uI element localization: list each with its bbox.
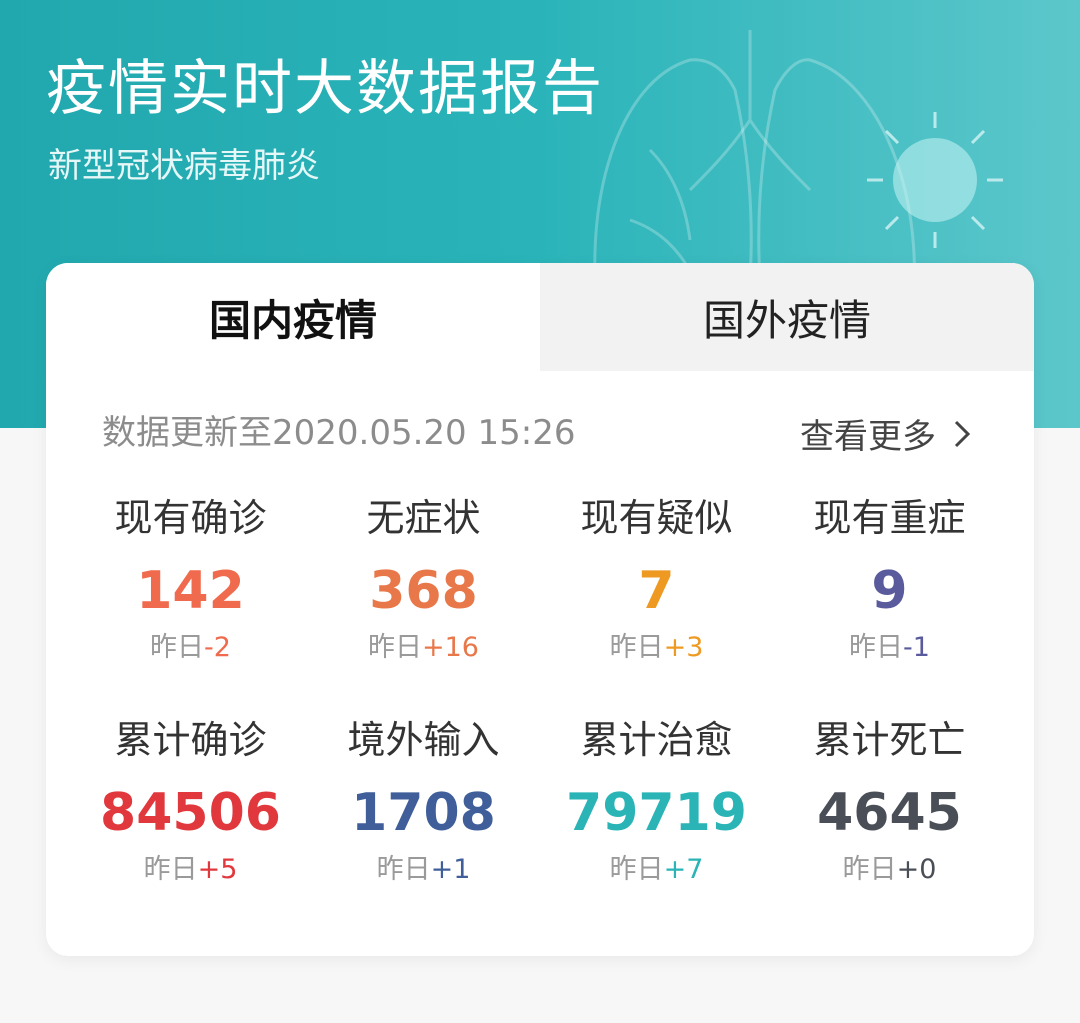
tab-foreign[interactable]: 国外疫情 [540, 263, 1034, 371]
stat-delta-prefix: 昨日 [150, 632, 205, 663]
stat-delta: 昨日+5 [74, 851, 307, 889]
stat-label: 境外输入 [347, 718, 500, 762]
stat-delta: 昨日+7 [540, 851, 773, 889]
stat-value: 1708 [351, 783, 496, 843]
stat-label: 累计治愈 [580, 718, 733, 762]
stats-row: 累计确诊 84506 昨日+5 境外输入 1708 昨日+1 累计治愈 7971… [46, 715, 1034, 937]
tab-domestic[interactable]: 国内疫情 [46, 263, 540, 371]
stat-delta-prefix: 昨日 [849, 632, 904, 663]
stat-delta-value: +0 [896, 854, 937, 885]
view-more-label: 查看更多 [800, 417, 936, 457]
stat-delta: 昨日+1 [307, 851, 540, 889]
stat-delta-value: +5 [197, 854, 238, 885]
stat-value: 142 [136, 561, 245, 621]
stat-label: 无症状 [366, 496, 481, 540]
stat-delta-value: +16 [422, 632, 479, 663]
stat-value: 4645 [817, 783, 962, 843]
stat-label: 现有确诊 [114, 496, 267, 540]
view-more-link[interactable]: 查看更多 [800, 409, 974, 458]
stat-value: 7 [638, 561, 675, 621]
stat-value: 368 [369, 561, 478, 621]
stat-value: 84506 [100, 783, 281, 843]
stat-value: 9 [871, 561, 908, 621]
stat-delta-value: +7 [663, 854, 704, 885]
stat-total-deaths: 累计死亡 4645 昨日+0 [773, 715, 1006, 937]
stat-current-suspected: 现有疑似 7 昨日+3 [540, 493, 773, 715]
stat-current-confirmed: 现有确诊 142 昨日-2 [74, 493, 307, 715]
stat-delta-prefix: 昨日 [609, 854, 664, 885]
stat-delta: 昨日+0 [773, 851, 1006, 889]
stat-total-cured: 累计治愈 79719 昨日+7 [540, 715, 773, 937]
stat-delta: 昨日-2 [74, 629, 307, 667]
stat-delta-value: +3 [663, 632, 704, 663]
page-subtitle: 新型冠状病毒肺炎 [48, 146, 320, 186]
stat-delta-prefix: 昨日 [609, 632, 664, 663]
stat-delta-prefix: 昨日 [143, 854, 198, 885]
stat-label: 现有重症 [813, 496, 966, 540]
stat-imported: 境外输入 1708 昨日+1 [307, 715, 540, 937]
stat-delta: 昨日-1 [773, 629, 1006, 667]
stat-label: 现有疑似 [580, 496, 733, 540]
page-title: 疫情实时大数据报告 [46, 54, 604, 124]
stat-total-confirmed: 累计确诊 84506 昨日+5 [74, 715, 307, 937]
stat-delta: 昨日+16 [307, 629, 540, 667]
stat-delta: 昨日+3 [540, 629, 773, 667]
stats-row: 现有确诊 142 昨日-2 无症状 368 昨日+16 现有疑似 7 昨日+3 … [46, 493, 1034, 715]
stat-label: 累计死亡 [813, 718, 966, 762]
stat-delta-value: -2 [204, 632, 231, 663]
stat-delta-prefix: 昨日 [842, 854, 897, 885]
chevron-right-icon [954, 420, 971, 447]
stats-grid: 现有确诊 142 昨日-2 无症状 368 昨日+16 现有疑似 7 昨日+3 … [46, 493, 1034, 937]
stat-value: 79719 [566, 783, 747, 843]
stat-delta-prefix: 昨日 [368, 632, 422, 663]
stat-label: 累计确诊 [114, 718, 267, 762]
update-timestamp: 数据更新至2020.05.20 15:26 [102, 413, 576, 453]
stat-asymptomatic: 无症状 368 昨日+16 [307, 493, 540, 715]
stat-delta-prefix: 昨日 [376, 854, 431, 885]
region-tabs: 国内疫情 国外疫情 [46, 263, 1034, 371]
epidemic-card: 国内疫情 国外疫情 数据更新至2020.05.20 15:26 查看更多 现有确… [46, 263, 1034, 956]
stat-delta-value: +1 [430, 854, 471, 885]
stat-current-severe: 现有重症 9 昨日-1 [773, 493, 1006, 715]
stat-delta-value: -1 [903, 632, 930, 663]
